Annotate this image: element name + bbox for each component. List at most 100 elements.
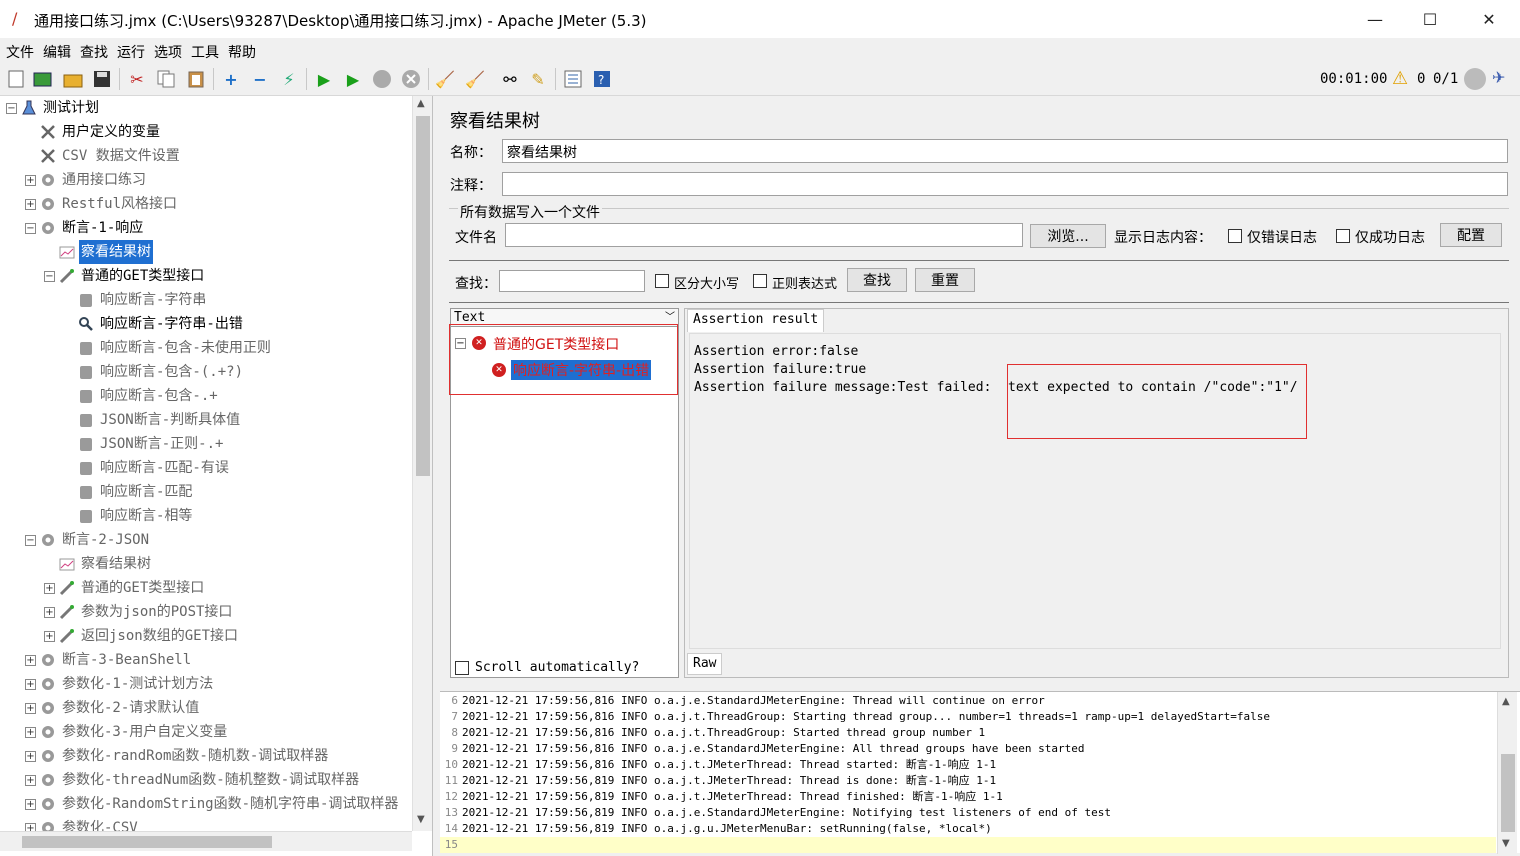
menu-help[interactable]: 帮助 [222, 38, 259, 62]
menu-tools[interactable]: 工具 [185, 38, 222, 62]
tree-node[interactable]: + 通用接口练习 [25, 168, 148, 192]
expand-toggle[interactable]: + [44, 630, 55, 642]
tree-node[interactable]: 察看结果树 [44, 552, 153, 576]
reset-search-icon[interactable]: ✎ [527, 68, 549, 90]
expand-toggle[interactable]: + [25, 174, 36, 186]
scroll-thumb[interactable] [1501, 754, 1515, 832]
tree-node[interactable]: + 参数化-RandomString函数-随机字符串-调试取样器 [25, 792, 400, 816]
templates-icon[interactable] [32, 68, 54, 90]
expand-toggle[interactable]: + [25, 750, 36, 762]
tree-horizontal-scrollbar[interactable] [0, 831, 412, 851]
start-no-pause-icon[interactable]: ▶ [342, 68, 364, 90]
clear-all-icon[interactable]: 🧹 [464, 68, 486, 90]
scroll-down-icon[interactable]: ▼ [417, 814, 425, 825]
tree-node[interactable]: JSON断言-正则-.+ [63, 432, 225, 456]
tree-node[interactable]: + 断言-3-BeanShell [25, 648, 193, 672]
search-input[interactable] [499, 270, 645, 292]
menu-run[interactable]: 运行 [111, 38, 148, 62]
name-input[interactable]: 察看结果树 [502, 139, 1508, 163]
paste-icon[interactable] [185, 68, 207, 90]
comment-input[interactable] [502, 172, 1508, 196]
tree-node[interactable]: + 参数化-1-测试计划方法 [25, 672, 215, 696]
errors-only-checkbox[interactable] [1228, 229, 1242, 243]
start-icon[interactable]: ▶ [313, 68, 335, 90]
hscroll-thumb[interactable] [22, 836, 272, 848]
cut-icon[interactable]: ✂ [126, 68, 148, 90]
tree-node[interactable]: − 断言-1-响应 [25, 216, 145, 240]
reset-button[interactable]: 重置 [915, 268, 975, 292]
case-sensitive-checkbox[interactable] [655, 274, 669, 288]
expand-toggle[interactable]: + [25, 726, 36, 738]
expand-toggle[interactable]: + [25, 678, 36, 690]
function-helper-icon[interactable] [562, 68, 584, 90]
scroll-down-icon[interactable]: ▼ [1502, 838, 1510, 849]
menu-search[interactable]: 查找 [74, 38, 111, 62]
expand-toggle[interactable]: + [44, 582, 55, 594]
maximize-button[interactable]: ☐ [1401, 0, 1459, 38]
tree-node[interactable]: JSON断言-判断具体值 [63, 408, 242, 432]
menu-options[interactable]: 选项 [148, 38, 185, 62]
expand-toggle[interactable]: + [25, 654, 36, 666]
regex-checkbox[interactable] [753, 274, 767, 288]
tree-node[interactable]: 响应断言-包含-.+ [63, 384, 220, 408]
menu-edit[interactable]: 编辑 [37, 38, 74, 62]
tree-node[interactable]: 响应断言-相等 [63, 504, 194, 528]
success-only-checkbox[interactable] [1336, 229, 1350, 243]
tree-vertical-scrollbar[interactable]: ▲ ▼ [412, 96, 432, 831]
tree-node[interactable]: + 返回json数组的GET接口 [44, 624, 240, 648]
save-icon[interactable] [91, 68, 113, 90]
tree-node[interactable]: 响应断言-包含-未使用正则 [63, 336, 273, 360]
new-icon[interactable] [5, 68, 27, 90]
tree-node[interactable]: − 断言-2-JSON [25, 528, 151, 552]
tab-raw[interactable]: Raw [687, 653, 723, 675]
collapse-icon[interactable]: − [249, 68, 271, 90]
menu-file[interactable]: 文件 [0, 38, 37, 62]
tree-node[interactable]: 用户定义的变量 [25, 120, 162, 144]
clear-icon[interactable]: 🧹 [434, 68, 456, 90]
tree-node[interactable]: + 参数化-CSV [25, 816, 140, 831]
binoculars-icon[interactable]: ⚯ [499, 68, 521, 90]
tree-node[interactable]: + 参数化-3-用户自定义变量 [25, 720, 229, 744]
browse-button[interactable]: 浏览... [1030, 224, 1106, 248]
scroll-up-icon[interactable]: ▲ [1502, 696, 1510, 707]
scroll-up-icon[interactable]: ▲ [417, 98, 425, 109]
expand-toggle[interactable]: + [25, 702, 36, 714]
help-icon[interactable]: ? [591, 68, 613, 90]
file-name-input[interactable] [505, 223, 1023, 247]
tree-node[interactable]: + 参数为json的POST接口 [44, 600, 234, 624]
log-scrollbar[interactable]: ▲ ▼ [1497, 692, 1517, 854]
expand-toggle[interactable]: + [44, 606, 55, 618]
tree-node[interactable]: 响应断言-匹配-有误 [63, 456, 231, 480]
tree-node[interactable]: + Restful风格接口 [25, 192, 179, 216]
tree-node[interactable]: 响应断言-字符串-出错 [63, 312, 245, 336]
tree-node[interactable]: + 普通的GET类型接口 [44, 576, 206, 600]
expand-toggle[interactable]: − [6, 102, 17, 114]
tree-node[interactable]: 察看结果树 [44, 240, 153, 264]
expand-toggle[interactable]: + [25, 822, 36, 831]
expand-icon[interactable]: + [220, 68, 242, 90]
close-button[interactable]: ✕ [1460, 0, 1518, 38]
stop-icon[interactable] [371, 68, 393, 90]
open-icon[interactable] [62, 68, 84, 90]
tab-assertion-result[interactable]: Assertion result [687, 309, 825, 332]
tree-node[interactable]: − 普通的GET类型接口 [44, 264, 206, 288]
expand-toggle[interactable]: − [25, 534, 36, 546]
toggle-icon[interactable]: ⚡ [278, 68, 300, 90]
minimize-button[interactable]: — [1346, 0, 1404, 38]
tree-node[interactable]: + 参数化-2-请求默认值 [25, 696, 201, 720]
tree-node[interactable]: CSV 数据文件设置 [25, 144, 182, 168]
search-button[interactable]: 查找 [847, 268, 907, 292]
scroll-auto-checkbox[interactable] [455, 661, 469, 675]
tree-node[interactable]: 响应断言-字符串 [63, 288, 208, 312]
expand-toggle[interactable]: + [25, 774, 36, 786]
shutdown-icon[interactable] [400, 68, 422, 90]
warning-icon[interactable]: ⚠ [1392, 68, 1408, 89]
tree-node[interactable]: + 参数化-randRom函数-随机数-调试取样器 [25, 744, 330, 768]
tree-node[interactable]: + 参数化-threadNum函数-随机整数-调试取样器 [25, 768, 361, 792]
copy-icon[interactable] [155, 68, 177, 90]
tree-node[interactable]: − 测试计划 [6, 96, 101, 120]
tree-node[interactable]: 响应断言-包含-(.+?) [63, 360, 245, 384]
expand-toggle[interactable]: − [44, 270, 55, 282]
tree-node[interactable]: 响应断言-匹配 [63, 480, 194, 504]
expand-toggle[interactable]: + [25, 798, 36, 810]
